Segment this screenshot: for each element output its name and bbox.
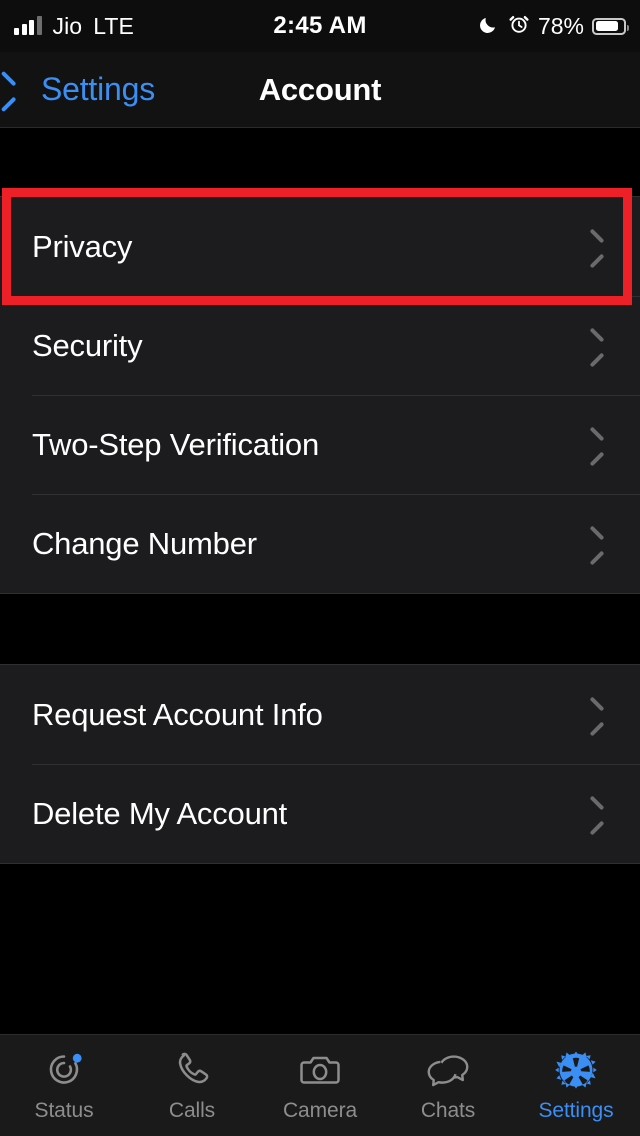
tab-label: Calls — [168, 1099, 216, 1122]
tab-label: Camera — [282, 1099, 358, 1122]
camera-icon — [294, 1047, 346, 1093]
row-delete-my-account[interactable]: Delete My Account — [0, 764, 640, 863]
tab-settings[interactable]: Settings — [516, 1047, 636, 1123]
tab-status[interactable]: Status — [4, 1047, 124, 1123]
chevron-right-icon — [588, 800, 604, 828]
phone-icon — [166, 1047, 218, 1093]
row-label: Change Number — [32, 525, 257, 561]
row-security[interactable]: Security — [0, 296, 640, 395]
row-label: Security — [32, 327, 143, 363]
row-label: Delete My Account — [32, 795, 288, 831]
navigation-bar: Settings Account — [0, 52, 640, 128]
page-title: Account — [258, 71, 382, 107]
chevron-right-icon — [588, 332, 604, 360]
tab-calls[interactable]: Calls — [132, 1047, 252, 1123]
moon-icon — [478, 13, 500, 40]
account-group-1: Privacy Security Two-Step Verification C… — [0, 196, 640, 594]
status-bar: Jio LTE 2:45 AM 78% — [0, 0, 640, 52]
battery-icon — [592, 17, 629, 35]
tab-label: Chats — [420, 1099, 476, 1122]
row-two-step-verification[interactable]: Two-Step Verification — [0, 395, 640, 494]
list-gap-bottom — [0, 864, 640, 1034]
list-gap-top — [0, 128, 640, 196]
list-gap-middle — [0, 594, 640, 664]
settings-list: Privacy Security Two-Step Verification C… — [0, 128, 640, 1034]
battery-percent: 78% — [537, 12, 584, 39]
row-label: Request Account Info — [32, 696, 323, 732]
status-badge-dot — [72, 1053, 82, 1063]
row-label: Two-Step Verification — [32, 426, 320, 462]
row-privacy[interactable]: Privacy — [0, 197, 640, 296]
gear-icon — [550, 1047, 602, 1093]
tab-label: Settings — [538, 1099, 614, 1122]
chevron-right-icon — [588, 701, 604, 729]
row-change-number[interactable]: Change Number — [0, 494, 640, 593]
status-rings-icon — [38, 1047, 90, 1093]
chevron-right-icon — [588, 530, 604, 558]
alarm-clock-icon — [508, 13, 530, 40]
row-label: Privacy — [32, 228, 133, 264]
chevron-right-icon — [588, 233, 604, 261]
tab-label: Status — [34, 1099, 94, 1122]
chat-bubbles-icon — [422, 1047, 474, 1093]
status-bar-right: 78% — [478, 0, 629, 52]
account-group-2: Request Account Info Delete My Account — [0, 664, 640, 864]
clock-time: 2:45 AM — [273, 12, 367, 39]
row-request-account-info[interactable]: Request Account Info — [0, 665, 640, 764]
chevron-right-icon — [588, 431, 604, 459]
tab-bar: Status Calls Camera Chats Settings — [0, 1034, 640, 1136]
app-screen: Jio LTE 2:45 AM 78% Settings Account Pri… — [0, 0, 640, 1136]
tab-camera[interactable]: Camera — [260, 1047, 380, 1123]
tab-chats[interactable]: Chats — [388, 1047, 508, 1123]
